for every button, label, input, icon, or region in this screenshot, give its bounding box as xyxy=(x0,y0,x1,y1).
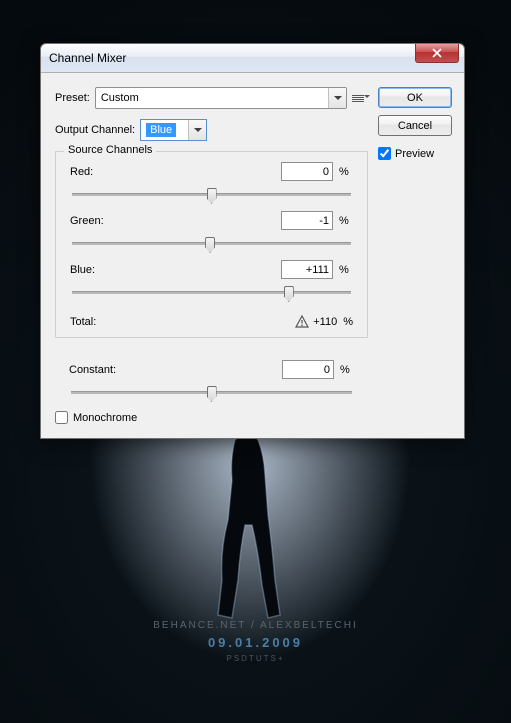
blue-input[interactable] xyxy=(281,260,333,279)
ok-button[interactable]: OK xyxy=(378,87,452,108)
preview-checkbox[interactable] xyxy=(378,147,391,160)
bg-site: PSDTUTS+ xyxy=(0,654,511,663)
output-channel-value: Blue xyxy=(146,123,176,137)
total-label: Total: xyxy=(70,316,295,328)
green-slider[interactable] xyxy=(72,234,351,252)
preset-value: Custom xyxy=(101,92,139,104)
blue-slider[interactable] xyxy=(72,283,351,301)
cancel-button[interactable]: Cancel xyxy=(378,115,452,136)
bg-silhouette xyxy=(180,430,320,620)
constant-input[interactable] xyxy=(282,360,334,379)
preview-option[interactable]: Preview xyxy=(378,147,452,160)
chevron-down-icon xyxy=(328,88,346,108)
green-label: Green: xyxy=(70,215,281,227)
source-channels-legend: Source Channels xyxy=(64,144,156,156)
dialog-title: Channel Mixer xyxy=(49,51,126,65)
red-slider[interactable] xyxy=(72,185,351,203)
preset-options-icon[interactable] xyxy=(352,91,368,105)
titlebar[interactable]: Channel Mixer xyxy=(41,44,464,73)
channel-mixer-dialog: Channel Mixer Preset: Custom Output Chan… xyxy=(40,43,465,439)
preset-label: Preset: xyxy=(55,92,90,104)
preset-dropdown[interactable]: Custom xyxy=(95,87,347,109)
source-channels-group: Source Channels Red: % Green: % xyxy=(55,151,368,338)
red-label: Red: xyxy=(70,166,281,178)
monochrome-checkbox[interactable] xyxy=(55,411,68,424)
pct-label: % xyxy=(339,166,353,178)
constant-label: Constant: xyxy=(69,364,282,376)
green-input[interactable] xyxy=(281,211,333,230)
pct-label: % xyxy=(343,316,353,328)
close-icon xyxy=(432,48,442,58)
output-channel-dropdown[interactable]: Blue xyxy=(140,119,207,141)
chevron-down-icon xyxy=(188,120,206,140)
monochrome-label: Monochrome xyxy=(73,412,137,424)
total-value: +110 xyxy=(313,316,337,328)
pct-label: % xyxy=(340,364,354,376)
pct-label: % xyxy=(339,264,353,276)
close-button[interactable] xyxy=(415,44,459,63)
pct-label: % xyxy=(339,215,353,227)
red-input[interactable] xyxy=(281,162,333,181)
constant-slider[interactable] xyxy=(71,383,352,401)
output-channel-label: Output Channel: xyxy=(55,124,135,136)
preview-label: Preview xyxy=(395,148,434,160)
monochrome-option[interactable]: Monochrome xyxy=(55,411,368,424)
bg-date: 09.01.2009 xyxy=(0,635,511,650)
blue-label: Blue: xyxy=(70,264,281,276)
warning-icon xyxy=(295,315,309,329)
bg-credit: BEHANCE.NET / ALEXBELTECHI xyxy=(0,620,511,631)
